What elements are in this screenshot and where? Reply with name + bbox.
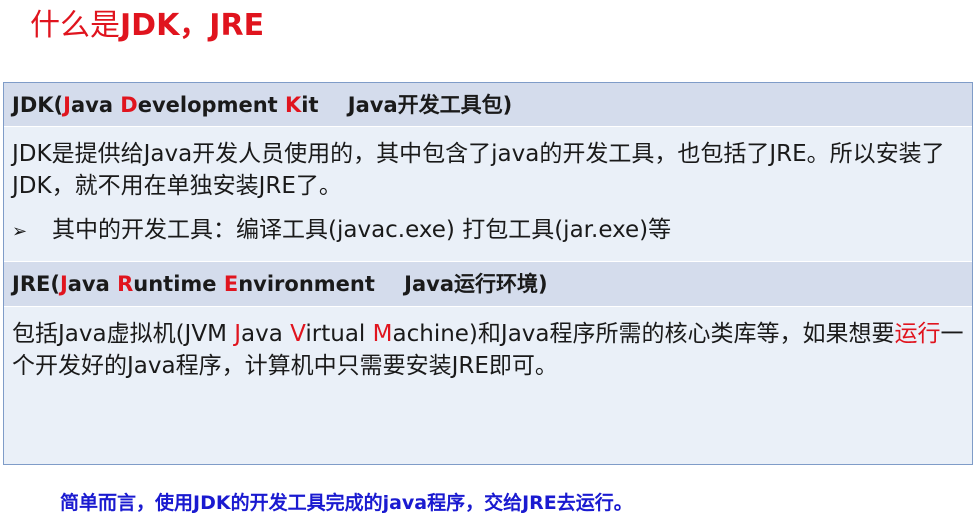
title-main: JDK，JRE [120,8,265,43]
jdk-initial-d: D [120,93,138,117]
jre-word-untime: untime [133,272,224,296]
jdk-header-suffix: Java开发工具包) [347,93,513,117]
bullet-arrow-icon: ➢ [12,221,28,242]
jdk-description: JDK是提供给Java开发人员使用的，其中包含了java的开发工具，也包括了JR… [12,141,945,199]
jdk-body: JDK是提供给Java开发人员使用的，其中包含了java的开发工具，也包括了JR… [4,127,972,262]
jre-header-suffix: Java运行环境) [404,272,548,296]
jvm-word-achine: achine)和Java程序所需的核心类库等，如果想要 [392,321,895,347]
jdk-header-open: JDK( [12,93,64,117]
jvm-word-irtual: irtual [305,321,373,347]
jdk-word-evelopment: evelopment [137,93,285,117]
definition-table: JDK(Java Development Kit Java开发工具包) JDK是… [3,82,973,465]
jdk-initial-j: J [63,93,71,117]
jre-word-nvironment: nvironment [238,272,375,296]
jre-initial-j: J [59,272,68,296]
jre-initial-r: R [117,272,134,296]
summary-footer: 简单而言，使用JDK的开发工具完成的java程序，交给JRE去运行。 [60,492,633,514]
jdk-tools-bullet: ➢ 其中的开发工具：编译工具(javac.exe) 打包工具(jar.exe)等 [12,214,972,248]
jdk-initial-k: K [285,93,302,117]
jvm-initial-m: M [372,321,393,347]
jdk-description-block: JDK是提供给Java开发人员使用的，其中包含了java的开发工具，也包括了JR… [12,127,972,202]
jre-header-open: JRE( [12,272,60,296]
jre-initial-e: E [223,272,239,296]
jre-header: JRE(Java Runtime Environment Java运行环境) [4,262,972,307]
run-highlight: 运行 [894,321,941,347]
jre-body: 包括Java虚拟机(JVM Java Virtual Machine)和Java… [4,307,972,464]
slide-title: 什么是JDK，JRE [30,4,264,48]
jdk-tools-text: 其中的开发工具：编译工具(javac.exe) 打包工具(jar.exe)等 [52,217,672,243]
jdk-header: JDK(Java Development Kit Java开发工具包) [4,83,972,127]
jre-description: 包括Java虚拟机(JVM Java Virtual Machine)和Java… [12,307,972,382]
jdk-word-ava: ava [70,93,121,117]
jre-word-ava: ava [67,272,118,296]
title-prefix: 什么是 [30,8,120,43]
jdk-word-it: it [301,93,319,117]
jvm-initial-j: J [234,321,242,347]
jre-desc-part1: 包括Java虚拟机(JVM [12,321,235,347]
jvm-word-ava: ava [241,321,291,347]
jvm-initial-v: V [290,321,306,347]
